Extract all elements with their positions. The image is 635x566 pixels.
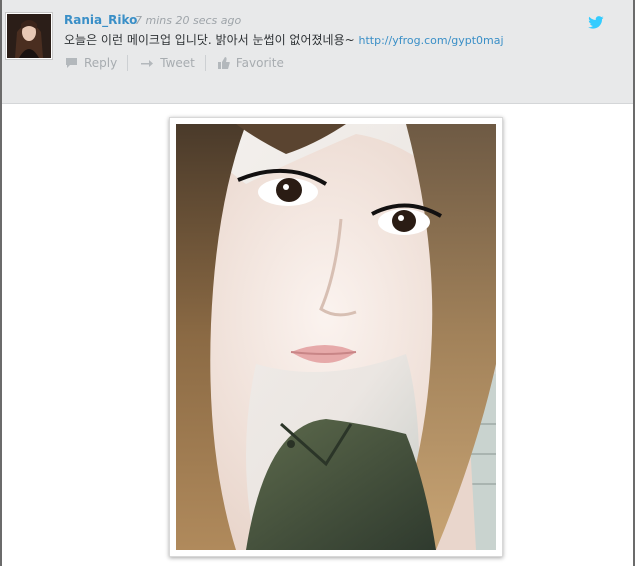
tweet-body: 오늘은 이런 메이크업 입니닷. 밝아서 눈썹이 없어졌네용~ <box>64 33 359 47</box>
avatar[interactable] <box>5 12 53 60</box>
action-divider <box>204 55 206 71</box>
twitter-bird-icon[interactable] <box>587 16 605 30</box>
tweet-photo-card[interactable] <box>169 117 503 557</box>
favorite-label: Favorite <box>235 56 284 70</box>
action-divider <box>127 55 129 71</box>
retweet-icon <box>141 60 154 67</box>
tweet-text: 오늘은 이런 메이크업 입니닷. 밝아서 눈썹이 없어졌네용~ http://y… <box>64 31 584 48</box>
username[interactable]: Rania_Riko <box>64 13 137 27</box>
favorite-button[interactable]: Favorite <box>217 56 284 70</box>
reply-button[interactable]: Reply <box>65 56 117 70</box>
thumbs-up-icon <box>217 57 230 69</box>
reply-label: Reply <box>84 56 118 70</box>
tweet-actions: Reply Tweet Favorite <box>65 55 284 71</box>
tweet-link[interactable]: http://yfrog.com/gypt0maj <box>359 34 504 47</box>
tweet-timestamp[interactable]: 7 mins 20 secs ago <box>135 14 241 27</box>
retweet-button[interactable]: Tweet <box>140 56 195 70</box>
retweet-label: Tweet <box>160 56 195 70</box>
tweet-photo[interactable] <box>176 124 496 550</box>
reply-icon <box>66 58 77 68</box>
tweet-header: Rania_Riko 7 mins 20 secs ago 오늘은 이런 메이크… <box>2 0 633 104</box>
